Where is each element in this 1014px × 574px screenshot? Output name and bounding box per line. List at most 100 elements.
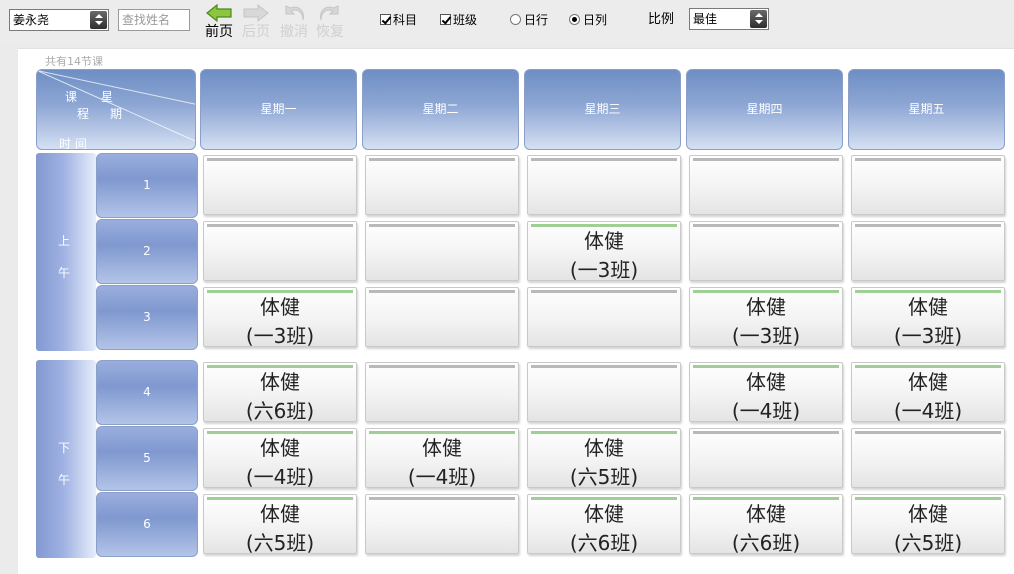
next-page-label: 后页 bbox=[242, 24, 270, 40]
lesson-cell[interactable] bbox=[365, 221, 519, 281]
select-arrow-icon[interactable] bbox=[90, 11, 107, 29]
corner-label: 期 bbox=[110, 107, 123, 121]
day-header-friday: 星期五 bbox=[848, 69, 1005, 150]
lesson-cell[interactable] bbox=[689, 155, 843, 215]
corner-label: 课 bbox=[65, 90, 78, 104]
lesson-cell[interactable] bbox=[365, 362, 519, 422]
day-column-radio-label: 日列 bbox=[583, 13, 608, 27]
lesson-count: 共有14节课 bbox=[45, 55, 103, 68]
lesson-cell[interactable]: 体健 (六5班) bbox=[203, 494, 357, 555]
class-checkbox-label: 班级 bbox=[453, 13, 478, 27]
arrow-left-icon bbox=[199, 2, 239, 24]
period-6-header: 6 bbox=[96, 492, 198, 557]
lesson-cell[interactable] bbox=[689, 221, 843, 281]
lesson-cell[interactable] bbox=[527, 287, 681, 347]
lesson-subject: 体健 bbox=[584, 229, 624, 253]
prev-page-label: 前页 bbox=[205, 24, 233, 40]
day-column-radio-dot[interactable] bbox=[569, 14, 580, 25]
lesson-subject: 体健 bbox=[260, 502, 300, 526]
lesson-cell[interactable] bbox=[851, 155, 1005, 215]
lesson-cell-bar bbox=[855, 431, 1001, 434]
subject-checkbox-box[interactable] bbox=[380, 14, 391, 25]
lesson-cell[interactable] bbox=[851, 221, 1005, 281]
lesson-cell[interactable]: 体健 (一4班) bbox=[851, 362, 1005, 423]
lesson-subject: 体健 bbox=[260, 295, 300, 319]
lesson-cell[interactable] bbox=[365, 155, 519, 215]
day-header-wednesday: 星期三 bbox=[524, 69, 681, 150]
lesson-subject: 体健 bbox=[584, 502, 624, 526]
teacher-select[interactable]: 姜永尧 bbox=[9, 9, 109, 31]
select-arrow-icon[interactable] bbox=[750, 10, 767, 28]
lesson-cell[interactable]: 体健 (一3班) bbox=[203, 287, 357, 348]
lesson-cell-bar bbox=[369, 224, 515, 227]
lesson-cell-bar bbox=[369, 290, 515, 293]
day-header-tuesday: 星期二 bbox=[362, 69, 519, 150]
subject-checkbox[interactable]: 科目 bbox=[380, 12, 417, 28]
lesson-cell[interactable]: 体健 (一4班) bbox=[365, 428, 519, 489]
period-2-header: 2 bbox=[96, 219, 198, 284]
section-afternoon-label: 下 bbox=[58, 441, 71, 455]
day-header-thursday: 星期四 bbox=[686, 69, 843, 150]
day-row-radio-label: 日行 bbox=[524, 13, 549, 27]
lesson-cell-bar bbox=[531, 290, 677, 293]
period-4-header: 4 bbox=[96, 360, 198, 425]
lesson-cell[interactable]: 体健 (六5班) bbox=[527, 428, 681, 489]
lesson-cell[interactable]: 体健 (一3班) bbox=[851, 287, 1005, 348]
period-3-header: 3 bbox=[96, 285, 198, 350]
prev-page-button[interactable]: 前页 bbox=[199, 2, 239, 42]
lesson-class: (一4班) bbox=[893, 399, 963, 423]
day-row-radio[interactable]: 日行 bbox=[510, 12, 548, 28]
lesson-cell-bar bbox=[693, 224, 839, 227]
ratio-select[interactable]: 最佳 bbox=[689, 8, 769, 30]
lesson-cell[interactable]: 体健 (一3班) bbox=[527, 221, 681, 282]
lesson-cell[interactable]: 体健 (六5班) bbox=[851, 494, 1005, 555]
lesson-cell-bar bbox=[369, 497, 515, 500]
redo-button[interactable]: 恢复 bbox=[310, 2, 350, 42]
lesson-cell[interactable] bbox=[365, 287, 519, 347]
redo-label: 恢复 bbox=[316, 24, 344, 40]
lesson-cell[interactable] bbox=[851, 428, 1005, 488]
lesson-subject: 体健 bbox=[260, 370, 300, 394]
lesson-cell[interactable]: 体健 (一4班) bbox=[203, 428, 357, 489]
day-column-radio[interactable]: 日列 bbox=[569, 12, 607, 28]
lesson-subject: 体健 bbox=[908, 370, 948, 394]
lesson-cell-bar bbox=[855, 158, 1001, 161]
lesson-class: (一3班) bbox=[731, 324, 801, 348]
corner-label: 程 bbox=[77, 107, 90, 121]
lesson-cell[interactable] bbox=[527, 362, 681, 422]
lesson-cell[interactable] bbox=[203, 221, 357, 281]
arrow-right-icon bbox=[236, 2, 276, 24]
name-search-input[interactable] bbox=[118, 9, 190, 31]
lesson-cell[interactable] bbox=[689, 428, 843, 488]
lesson-cell-bar bbox=[369, 158, 515, 161]
timetable-corner-header: 课 星 程 期 时 间 bbox=[36, 69, 196, 150]
lesson-cell[interactable] bbox=[203, 155, 357, 215]
day-header-monday: 星期一 bbox=[200, 69, 357, 150]
lesson-cell[interactable]: 体健 (六6班) bbox=[203, 362, 357, 423]
day-row-radio-dot[interactable] bbox=[510, 14, 521, 25]
teacher-select-value: 姜永尧 bbox=[13, 13, 50, 27]
lesson-subject: 体健 bbox=[260, 436, 300, 460]
lesson-class: (六6班) bbox=[245, 399, 315, 423]
lesson-cell[interactable]: 体健 (一3班) bbox=[689, 287, 843, 348]
lesson-cell[interactable]: 体健 (一4班) bbox=[689, 362, 843, 423]
undo-icon bbox=[274, 2, 314, 24]
class-checkbox-box[interactable] bbox=[440, 14, 451, 25]
lesson-cell[interactable] bbox=[365, 494, 519, 554]
section-morning: 上 午 bbox=[36, 153, 96, 351]
lesson-subject: 体健 bbox=[746, 370, 786, 394]
lesson-subject: 体健 bbox=[908, 502, 948, 526]
lesson-cell[interactable]: 体健 (六6班) bbox=[527, 494, 681, 555]
lesson-subject: 体健 bbox=[746, 502, 786, 526]
lesson-cell-bar bbox=[531, 365, 677, 368]
class-checkbox[interactable]: 班级 bbox=[440, 12, 477, 28]
next-page-button[interactable]: 后页 bbox=[236, 2, 276, 42]
lesson-cell-bar bbox=[693, 431, 839, 434]
period-1-header: 1 bbox=[96, 153, 198, 218]
lesson-cell[interactable]: 体健 (六6班) bbox=[689, 494, 843, 555]
lesson-class: (一4班) bbox=[407, 465, 477, 489]
lesson-cell-bar bbox=[207, 224, 353, 227]
ratio-select-value: 最佳 bbox=[693, 12, 718, 26]
lesson-cell[interactable] bbox=[527, 155, 681, 215]
undo-button[interactable]: 撤消 bbox=[274, 2, 314, 42]
